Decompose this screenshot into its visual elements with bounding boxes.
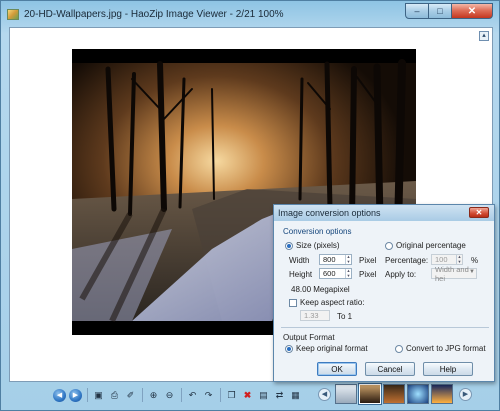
edit-icon[interactable]: ✐ bbox=[124, 389, 137, 402]
original-percentage-label: Original percentage bbox=[396, 241, 466, 250]
convert-jpg-radio[interactable] bbox=[395, 344, 403, 353]
toolbar-separator bbox=[87, 388, 88, 402]
keep-original-option[interactable]: Keep original format bbox=[285, 344, 368, 353]
previous-icon[interactable]: ◀ bbox=[53, 388, 66, 402]
copy-icon[interactable]: ❐ bbox=[225, 389, 238, 402]
height-value: 600 bbox=[323, 269, 336, 278]
rotate-right-icon[interactable]: ↷ bbox=[202, 389, 215, 402]
width-label: Width bbox=[289, 256, 310, 265]
dialog-close-button[interactable]: ✕ bbox=[469, 207, 489, 218]
convert-jpg-label: Convert to JPG format bbox=[406, 344, 486, 353]
viewer-toolbar: ◀ ▶ ▣ ⎙ ✐ ⊕ ⊖ ↶ ↷ ❐ ✖ ▤ ⇄ ▦ ◀ ▶ bbox=[9, 382, 493, 408]
output-format-label: Output Format bbox=[283, 333, 335, 342]
maximize-button[interactable]: □ bbox=[428, 3, 452, 19]
height-spinner-icon[interactable]: ▲ ▼ bbox=[345, 268, 351, 278]
aspect-value: 1.33 bbox=[304, 311, 319, 320]
thumbnail[interactable] bbox=[407, 384, 429, 404]
slideshow-icon[interactable]: ▤ bbox=[257, 389, 270, 402]
convert-icon[interactable]: ⇄ bbox=[273, 389, 286, 402]
thumb-next-icon[interactable]: ▶ bbox=[459, 387, 472, 401]
keep-original-radio[interactable] bbox=[285, 344, 293, 353]
aspect-ratio-input[interactable]: 1.33 bbox=[300, 310, 330, 321]
thumbnail-strip: ◀ ▶ bbox=[314, 383, 476, 405]
height-label: Height bbox=[289, 270, 313, 279]
chevron-down-icon: ▼ bbox=[469, 269, 475, 275]
dialog-body: Conversion options Size (pixels) Origina… bbox=[281, 225, 489, 377]
section-divider bbox=[281, 327, 489, 328]
print-icon[interactable]: ⎙ bbox=[108, 389, 121, 402]
width-input[interactable]: 800 ▲ ▼ bbox=[319, 254, 352, 265]
width-value: 800 bbox=[323, 255, 336, 264]
ok-button[interactable]: OK bbox=[317, 362, 357, 376]
fit-window-icon[interactable]: ▣ bbox=[92, 389, 105, 402]
toolbar-separator bbox=[142, 388, 143, 402]
delete-icon[interactable]: ✖ bbox=[241, 389, 254, 402]
dialog-title: Image conversion options bbox=[278, 208, 381, 218]
keep-aspect-label: Keep aspect ratio: bbox=[300, 298, 365, 307]
size-pixels-label: Size (pixels) bbox=[296, 241, 340, 250]
original-percentage-option[interactable]: Original percentage bbox=[385, 241, 466, 250]
next-icon[interactable]: ▶ bbox=[69, 388, 82, 402]
title-bar[interactable]: 20-HD-Wallpapers.jpg - HaoZip Image View… bbox=[1, 1, 499, 27]
percentage-label: Percentage: bbox=[385, 256, 429, 265]
minimize-button[interactable]: – bbox=[405, 3, 429, 19]
dialog-title-bar[interactable]: Image conversion options bbox=[274, 205, 494, 221]
toolbar-separator bbox=[181, 388, 182, 402]
window-controls: – □ ✕ bbox=[405, 3, 493, 19]
cancel-button[interactable]: Cancel bbox=[365, 362, 415, 376]
rotate-left-icon[interactable]: ↶ bbox=[186, 389, 199, 402]
thumbnail-current[interactable] bbox=[358, 383, 382, 405]
apply-to-select[interactable]: Width and hei ▼ bbox=[431, 265, 477, 283]
convert-jpg-option[interactable]: Convert to JPG format bbox=[395, 344, 486, 353]
apply-to-label: Apply to: bbox=[385, 270, 417, 279]
size-pixels-option[interactable]: Size (pixels) bbox=[285, 241, 340, 250]
zoom-out-icon[interactable]: ⊖ bbox=[163, 389, 176, 402]
width-unit: Pixel bbox=[359, 256, 377, 265]
percentage-value: 100 bbox=[435, 255, 448, 264]
thumbnail[interactable] bbox=[431, 384, 453, 404]
percentage-input[interactable]: 100 ▲ ▼ bbox=[431, 254, 463, 265]
toolbar-separator bbox=[220, 388, 221, 402]
keep-aspect-checkbox[interactable] bbox=[289, 298, 297, 307]
keep-original-label: Keep original format bbox=[296, 344, 368, 353]
percentage-spinner-icon[interactable]: ▲ ▼ bbox=[456, 254, 462, 264]
to-one-label: To 1 bbox=[337, 312, 353, 321]
window-title: 20-HD-Wallpapers.jpg - HaoZip Image View… bbox=[24, 8, 284, 20]
help-button[interactable]: Help bbox=[423, 362, 473, 376]
conversion-options-label: Conversion options bbox=[283, 227, 352, 236]
megapixel-text: 48.00 Megapixel bbox=[291, 285, 350, 294]
fullscreen-toggle-icon[interactable]: ▴ bbox=[479, 31, 489, 41]
original-percentage-radio[interactable] bbox=[385, 241, 393, 250]
height-unit: Pixel bbox=[359, 270, 377, 279]
height-input[interactable]: 600 ▲ ▼ bbox=[319, 268, 352, 279]
width-spinner-icon[interactable]: ▲ ▼ bbox=[345, 254, 351, 264]
close-button[interactable]: ✕ bbox=[451, 3, 493, 19]
thumb-prev-icon[interactable]: ◀ bbox=[318, 387, 331, 401]
keep-aspect-option[interactable]: Keep aspect ratio: bbox=[289, 298, 364, 307]
app-icon bbox=[7, 8, 19, 20]
wallpaper-icon[interactable]: ▦ bbox=[289, 389, 302, 402]
size-pixels-radio[interactable] bbox=[285, 241, 293, 250]
zoom-in-icon[interactable]: ⊕ bbox=[147, 389, 160, 402]
thumbnail[interactable] bbox=[335, 384, 357, 404]
image-conversion-dialog: Image conversion options ✕ Conversion op… bbox=[273, 204, 495, 382]
thumbnail[interactable] bbox=[383, 384, 405, 404]
